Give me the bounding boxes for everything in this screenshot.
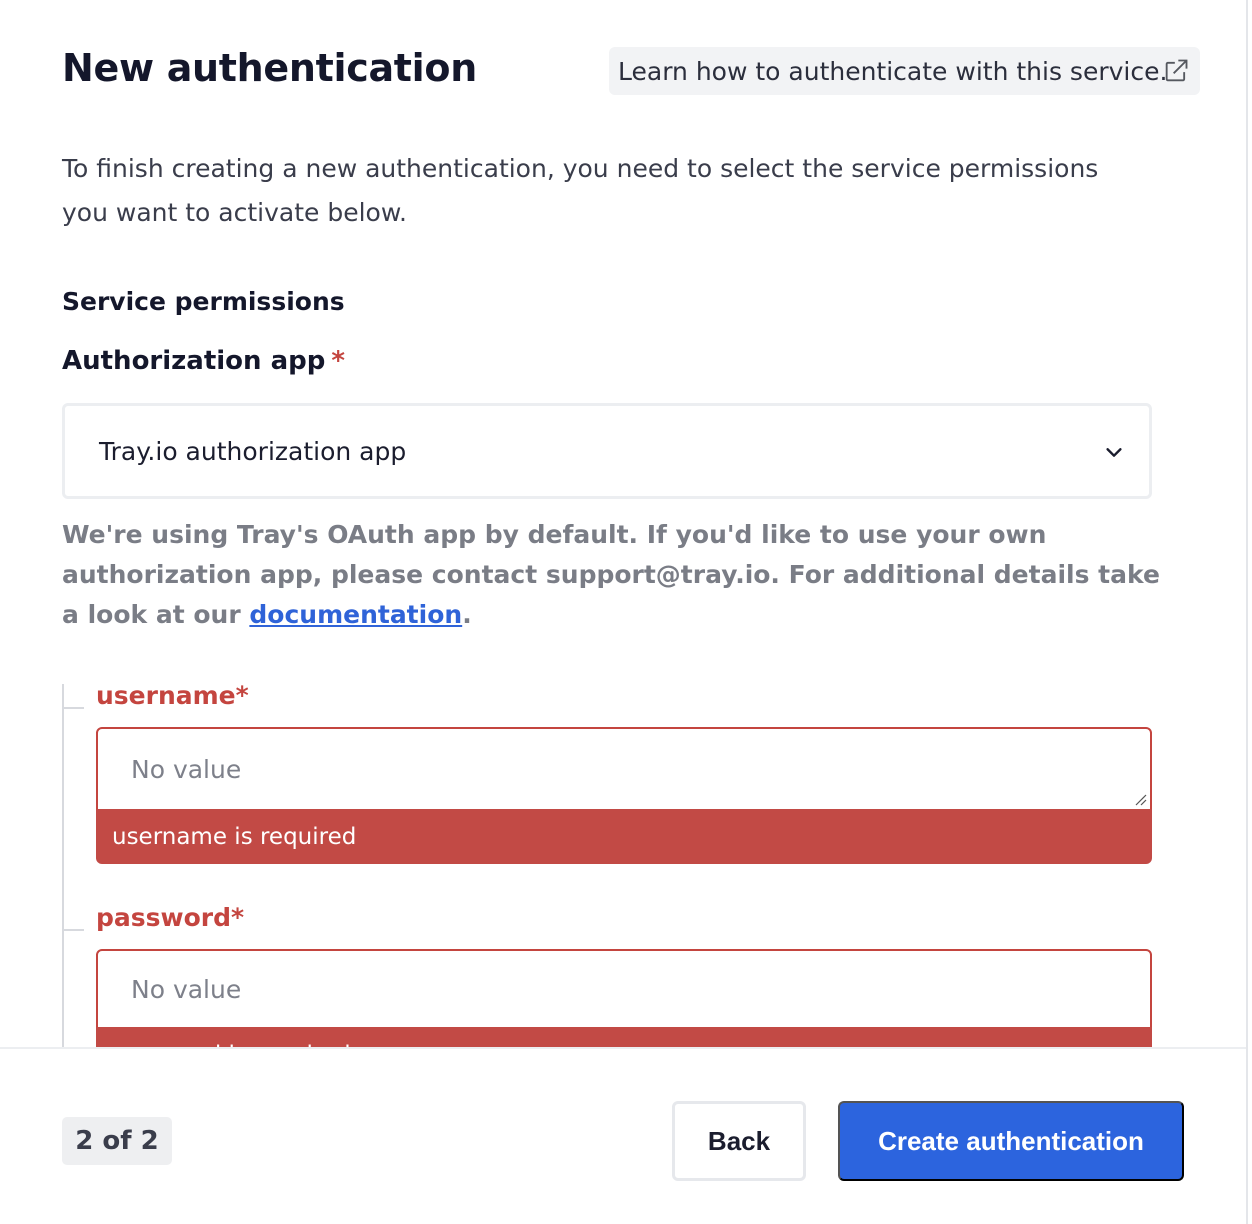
documentation-link[interactable]: documentation bbox=[249, 600, 462, 629]
back-button[interactable]: Back bbox=[672, 1101, 806, 1181]
username-input[interactable]: No value bbox=[96, 727, 1152, 811]
tree-connector bbox=[62, 684, 64, 1047]
create-authentication-button[interactable]: Create authentication bbox=[838, 1101, 1184, 1181]
password-error: password is required bbox=[96, 1027, 1152, 1047]
username-error: username is required bbox=[96, 809, 1152, 864]
username-label: username* bbox=[96, 681, 249, 710]
chevron-down-icon bbox=[1106, 448, 1122, 457]
tree-tick-username bbox=[62, 707, 84, 709]
intro-text: To finish creating a new authentication,… bbox=[62, 154, 1099, 227]
dialog-body[interactable]: New authentication Learn how to authenti… bbox=[0, 0, 1246, 1047]
learn-how-link[interactable]: Learn how to authenticate with this serv… bbox=[609, 47, 1200, 95]
auth-app-select[interactable]: Tray.io authorization app bbox=[62, 403, 1152, 499]
required-mark: * bbox=[331, 346, 345, 376]
password-label: password* bbox=[96, 903, 245, 932]
password-placeholder: No value bbox=[131, 974, 242, 1004]
auth-app-selected-value: Tray.io authorization app bbox=[99, 436, 407, 466]
section-title: Service permissions bbox=[62, 287, 345, 316]
help-text: We're using Tray's OAuth app by default.… bbox=[62, 515, 1162, 635]
external-link-icon bbox=[1165, 59, 1188, 82]
auth-dialog: New authentication Learn how to authenti… bbox=[0, 0, 1248, 1224]
dialog-footer: 2 of 2 Back Create authentication bbox=[0, 1047, 1246, 1224]
auth-app-label: Authorization app * bbox=[62, 346, 345, 376]
resize-handle-icon[interactable] bbox=[1133, 792, 1147, 806]
password-input[interactable]: No value bbox=[96, 949, 1152, 1029]
tree-tick-password bbox=[62, 929, 84, 931]
help-text-body: We're using Tray's OAuth app by default.… bbox=[62, 520, 1160, 629]
learn-how-link-label: Learn how to authenticate with this serv… bbox=[618, 56, 1168, 86]
help-text-end: . bbox=[462, 600, 472, 629]
auth-app-label-text: Authorization app bbox=[62, 346, 326, 376]
dialog-title: New authentication bbox=[62, 46, 477, 90]
username-placeholder: No value bbox=[131, 754, 242, 784]
step-indicator: 2 of 2 bbox=[62, 1117, 172, 1165]
